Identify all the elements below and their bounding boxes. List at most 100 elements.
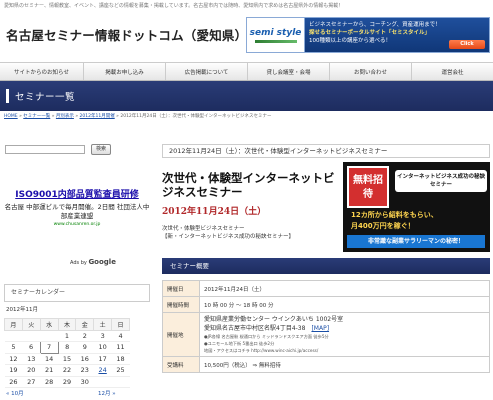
calendar-day: 3 bbox=[93, 330, 112, 342]
promo-headline: インターネットビジネス成功の秘訣セミナー bbox=[395, 170, 487, 192]
calendar-day: 28 bbox=[40, 376, 59, 388]
calendar-day: 8 bbox=[58, 341, 76, 354]
ads-by-label: Ads by bbox=[70, 260, 87, 266]
calendar-day: 9 bbox=[75, 341, 94, 354]
site-tagline: 愛知県のセミナー、情報教室、イベント、講座などの情報を募集・掲載しています。名古… bbox=[4, 3, 344, 9]
hero-accent-bar bbox=[6, 89, 9, 103]
nav-item-ads[interactable]: 広告掲載について bbox=[166, 63, 248, 80]
calendar-day: 15 bbox=[58, 353, 76, 365]
page-hero: セミナー一覧 bbox=[0, 81, 493, 111]
table-row: 開催日 2012年11月24日（土） bbox=[162, 280, 490, 297]
calendar-next-link[interactable]: 12月 » bbox=[98, 389, 116, 397]
table-row: 開催地 愛知県産業労働センター ウインクあいち 1002号室 愛知県名古屋市中村… bbox=[162, 312, 490, 357]
calendar-weekday: 木 bbox=[57, 318, 77, 331]
nav-item-company[interactable]: 運営会社 bbox=[412, 63, 493, 80]
promo-image: 無料招待 インターネットビジネス成功の秘訣セミナー 12カ所から紹料をもらい、 … bbox=[343, 162, 490, 252]
breadcrumb-month[interactable]: 2012年11月開催 bbox=[80, 114, 115, 119]
overview-label-date: 開催日 bbox=[162, 280, 200, 297]
calendar-prev-link[interactable]: « 10月 bbox=[6, 389, 24, 397]
calendar-day: 23 bbox=[75, 364, 94, 377]
calendar-day: 6 bbox=[22, 341, 41, 354]
overview-label-fee: 受講料 bbox=[162, 356, 200, 373]
calendar-month: 2012年11月 bbox=[6, 307, 38, 313]
calendar-heading: セミナーカレンダー bbox=[4, 284, 150, 302]
ad-url[interactable]: www.chusanren.or.jp bbox=[4, 222, 150, 227]
overview-value-date: 2012年11月24日（土） bbox=[199, 280, 490, 297]
calendar-weekday: 金 bbox=[75, 318, 95, 331]
calendar-day: 19 bbox=[4, 364, 23, 377]
event-subtitle-2: 【新・インターネットビジネス成功の秘訣セミナー】 bbox=[162, 234, 295, 240]
promo-line-1: 12カ所から紹料をもらい、 bbox=[351, 211, 438, 219]
breadcrumb-current: 2012年11月24日（土）：次世代・体験型インターネットビジネスセミナー bbox=[120, 114, 272, 119]
calendar-day-today: 7 bbox=[39, 341, 59, 354]
ads-by-google[interactable]: Ads by Google bbox=[70, 258, 116, 266]
calendar-day: 21 bbox=[40, 364, 59, 377]
calendar-day: 26 bbox=[4, 376, 23, 388]
nav-item-news[interactable]: サイトからのお知らせ bbox=[0, 63, 84, 80]
calendar-day: 17 bbox=[93, 353, 112, 365]
calendar-day: 10 bbox=[93, 341, 112, 354]
calendar-day-event[interactable]: 24 bbox=[93, 364, 112, 377]
venue-address: 愛知県名古屋市中村区名駅4丁目4-38 bbox=[204, 325, 306, 332]
calendar-day: 29 bbox=[58, 376, 76, 388]
google-ad: ISO9001内部品質監査員研修 名古屋 中部運ビルで毎月開催。2日間 社団法人… bbox=[4, 190, 150, 227]
semistyle-logo-text: semi style bbox=[249, 27, 302, 38]
semistyle-banner[interactable]: semi style ビジネスセミナーから、コーチング、資産運用まで！ 探せるセ… bbox=[246, 17, 490, 53]
banner-line-1: ビジネスセミナーから、コーチング、資産運用まで！ bbox=[309, 22, 441, 28]
banner-line-2: 探せるセミナーポータルサイト「セミスタイル」 bbox=[309, 30, 431, 36]
event-date: 2012年11月24日（土） bbox=[162, 207, 267, 217]
map-link[interactable]: [MAP] bbox=[311, 325, 329, 332]
nav-item-rooms[interactable]: 貸し会議室・会場 bbox=[248, 63, 330, 80]
table-row: 開催時間 10 時 00 分 〜 18 時 00 分 bbox=[162, 296, 490, 313]
venue-address-row: 愛知県名古屋市中村区名駅4丁目4-38 [MAP] bbox=[204, 324, 485, 333]
calendar-day: 27 bbox=[22, 376, 41, 388]
search-button[interactable]: 検索 bbox=[91, 144, 111, 155]
calendar-weekday: 水 bbox=[39, 318, 59, 331]
page-title: セミナー一覧 bbox=[15, 92, 76, 103]
ad-description: 名古屋 中部運ビルで毎月開催。2日間 社団法人中部産業連盟 bbox=[4, 203, 150, 220]
ad-title-link[interactable]: ISO9001内部品質監査員研修 bbox=[4, 190, 150, 201]
seminar-calendar: 月 火 水 木 金 土 日 1 2 3 4 5 6 7 8 9 10 11 12… bbox=[4, 318, 130, 388]
nav-item-apply[interactable]: 掲載お申し込み bbox=[84, 63, 166, 80]
venue-note: ●ユニモール地下街 5番出口 徒歩2分 bbox=[204, 341, 275, 346]
calendar-day: 13 bbox=[22, 353, 41, 365]
banner-click-button[interactable]: Click bbox=[449, 40, 485, 49]
venue-note: ●JR各線 名古屋駅 桜通口から ミッドランドスクエア方面 徒歩5分 bbox=[204, 334, 329, 339]
overview-value-venue: 愛知県産業労働センター ウインクあいち 1002号室 愛知県名古屋市中村区名駅4… bbox=[199, 312, 490, 357]
semistyle-logo: semi style bbox=[247, 18, 305, 52]
overview-label-time: 開催時間 bbox=[162, 296, 200, 313]
logo-underline bbox=[254, 39, 297, 43]
calendar-day: 25 bbox=[111, 364, 130, 377]
breadcrumb-home[interactable]: HOME bbox=[4, 114, 18, 119]
breadcrumb-seminar-list[interactable]: セミナー一覧 bbox=[23, 114, 50, 119]
overview-value-time: 10 時 00 分 〜 18 時 00 分 bbox=[199, 296, 490, 313]
overview-value-fee: 10,500円（税込） ⇒ 無料招待 bbox=[199, 356, 490, 373]
site-title[interactable]: 名古屋セミナー情報ドットコム（愛知県） bbox=[6, 25, 247, 44]
calendar-day bbox=[40, 330, 59, 342]
promo-line-2: 月400万円を稼ぐ！ bbox=[351, 222, 415, 230]
venue-name: 愛知県産業労働センター ウインクあいち 1002号室 bbox=[204, 316, 344, 323]
calendar-day bbox=[111, 376, 130, 388]
calendar-day bbox=[93, 376, 112, 388]
table-row: 受講料 10,500円（税込） ⇒ 無料招待 bbox=[162, 356, 490, 373]
calendar-day: 18 bbox=[111, 353, 130, 365]
calendar-weekday: 月 bbox=[4, 318, 23, 331]
banner-body: ビジネスセミナーから、コーチング、資産運用まで！ 探せるセミナーポータルサイト「… bbox=[305, 18, 489, 52]
calendar-day: 16 bbox=[75, 353, 94, 365]
nav-item-contact[interactable]: お問い合わせ bbox=[330, 63, 412, 80]
calendar-day: 4 bbox=[111, 330, 130, 342]
calendar-day: 5 bbox=[4, 341, 23, 354]
overview-label-venue: 開催地 bbox=[162, 312, 200, 357]
calendar-weekday: 日 bbox=[111, 318, 130, 331]
breadcrumb-monthly[interactable]: 月別表示 bbox=[56, 114, 74, 119]
venue-access-link[interactable]: 地図・アクセスはコチラ http://www.winc-aichi.jp/acc… bbox=[204, 347, 485, 354]
calendar-day: 1 bbox=[58, 330, 76, 342]
event-header: 2012年11月24日（土）：次世代・体験型インターネットビジネスセミナー bbox=[162, 144, 490, 158]
calendar-weekday: 火 bbox=[21, 318, 41, 331]
calendar-day: 30 bbox=[75, 376, 94, 388]
calendar-day: 12 bbox=[4, 353, 23, 365]
search-input[interactable] bbox=[5, 145, 85, 154]
overview-table: 開催日 2012年11月24日（土） 開催時間 10 時 00 分 〜 18 時… bbox=[162, 280, 490, 373]
calendar-day: 2 bbox=[75, 330, 94, 342]
event-title: 次世代・体験型インターネットビジネスセミナー bbox=[162, 171, 335, 199]
